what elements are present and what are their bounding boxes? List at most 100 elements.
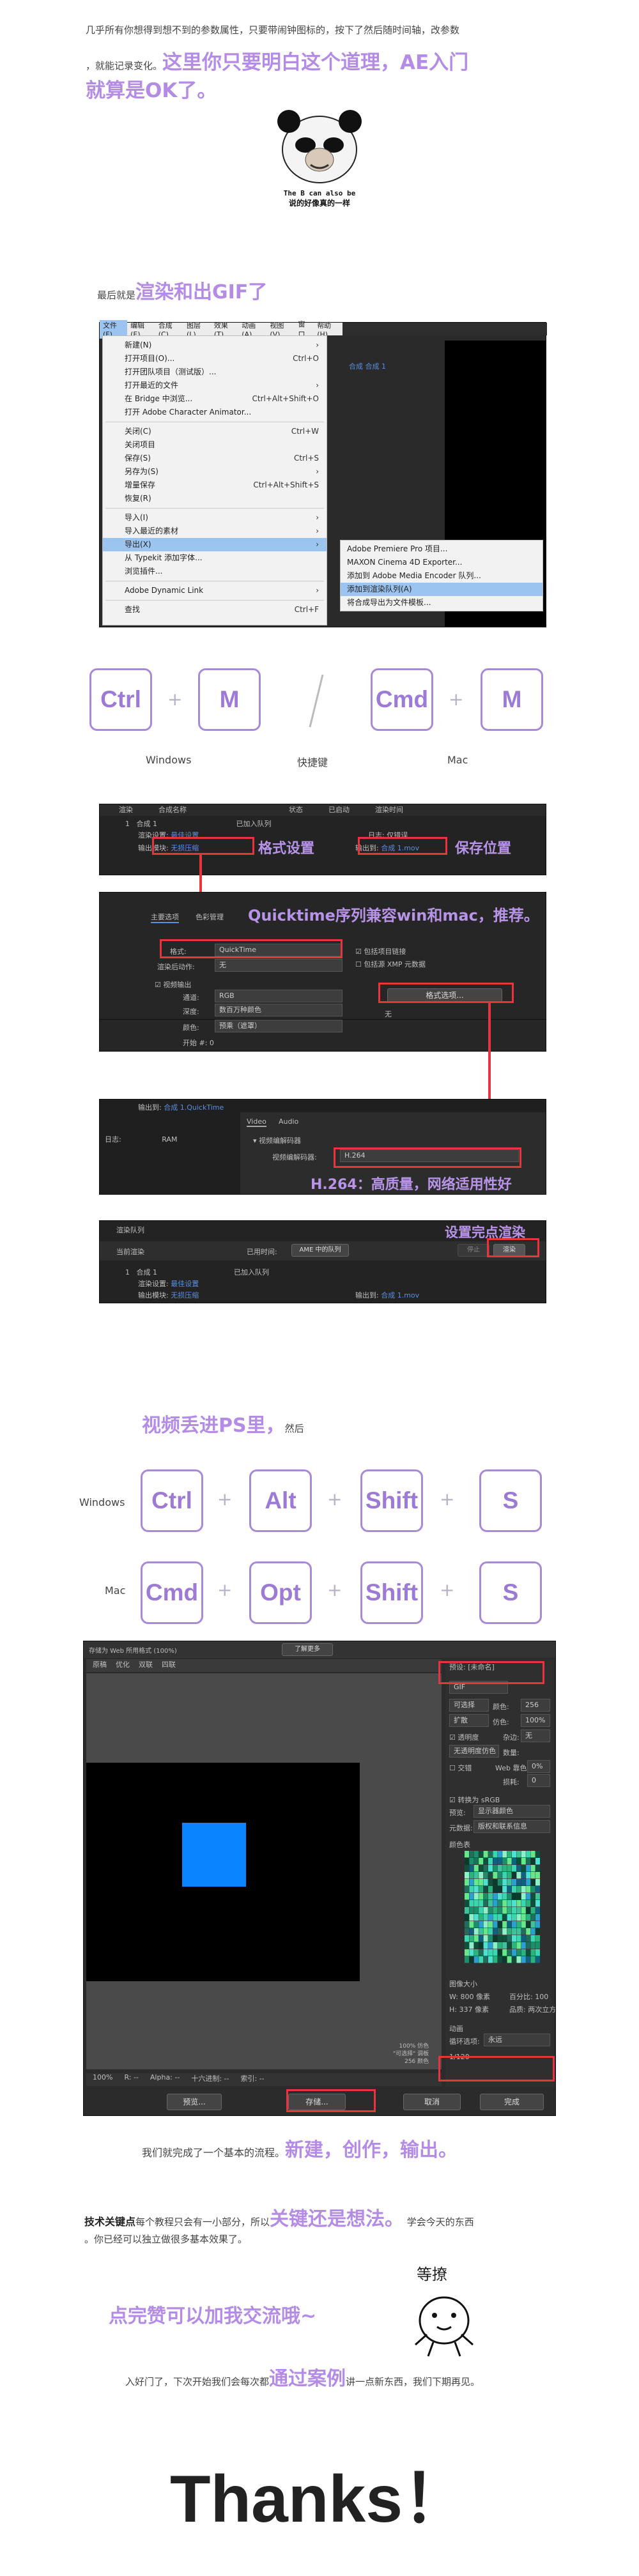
color-swatch[interactable] [502,1886,507,1893]
reduction-select[interactable]: 可选择 [449,1699,489,1712]
color-swatch[interactable] [516,1879,521,1886]
color-swatch[interactable] [516,1907,521,1914]
submenu-add-render-queue[interactable]: 添加到渲染队列(A) [341,583,543,596]
color-swatch[interactable] [465,1893,469,1900]
color-swatch[interactable] [521,1956,526,1963]
color-swatch[interactable] [516,1956,521,1963]
color-swatch[interactable] [465,1935,469,1942]
color-swatch[interactable] [512,1914,516,1921]
color-swatch[interactable] [526,1886,531,1893]
color-swatch[interactable] [488,1935,493,1942]
color-swatch[interactable] [469,1907,474,1914]
menu-item-close[interactable]: 关闭(C) Ctrl+W [103,425,327,438]
tab-color-management[interactable]: 色彩管理 [196,912,224,922]
color-swatch[interactable] [530,1914,535,1921]
color-swatch[interactable] [521,1914,526,1921]
color-swatch[interactable] [516,1928,521,1935]
color-swatch[interactable] [521,1879,526,1886]
color-swatch[interactable] [473,1865,479,1872]
submenu-media-encoder[interactable]: 添加到 Adobe Media Encoder 队列... [341,569,543,583]
color-swatch[interactable] [479,1949,484,1956]
color-swatch[interactable] [502,1900,507,1907]
color-swatch[interactable] [521,1928,526,1935]
menu-item-character[interactable]: 打开 Adobe Character Animator... [103,406,327,419]
color-swatch[interactable] [479,1893,484,1900]
menu-item-close-project[interactable]: 关闭项目 [103,438,327,452]
depth-select[interactable]: 数百万种颜色 [215,1004,343,1016]
color-swatch[interactable] [493,1921,498,1928]
color-swatch[interactable] [488,1921,493,1928]
color-swatch[interactable] [488,1872,493,1879]
color-swatch[interactable] [473,1935,479,1942]
color-swatch[interactable] [497,1893,502,1900]
color-swatch[interactable] [483,1935,488,1942]
color-swatch[interactable] [502,1858,507,1865]
color-swatch[interactable] [497,1865,502,1872]
dither-select[interactable]: 扩散 [449,1714,489,1727]
color-swatch[interactable] [497,1921,502,1928]
color-swatch[interactable] [497,1872,502,1879]
interlace-checkbox[interactable]: ☐ 交错 [449,1763,472,1773]
color-swatch[interactable] [507,1949,512,1956]
color-swatch[interactable] [502,1851,507,1858]
color-swatch[interactable] [521,1907,526,1914]
color-swatch[interactable] [516,1949,521,1956]
menu-item-import[interactable]: 导入(I) › [103,511,327,525]
color-swatch[interactable] [483,1851,488,1858]
color-swatch[interactable] [493,1872,498,1879]
color-swatch[interactable] [488,1851,493,1858]
color-swatch[interactable] [507,1942,512,1949]
color-swatch[interactable] [493,1949,498,1956]
color-swatch[interactable] [535,1935,540,1942]
color-swatch[interactable] [512,1942,516,1949]
color-swatch[interactable] [465,1900,469,1907]
color-swatch[interactable] [516,1900,521,1907]
color-swatch[interactable] [526,1893,531,1900]
color-swatch[interactable] [479,1858,484,1865]
color-swatch[interactable] [488,1893,493,1900]
rs-render-settings[interactable]: 渲染设置: 最佳设置 [138,1278,199,1289]
ame-queue-button[interactable]: AME 中的队列 [291,1244,349,1257]
color-swatch[interactable] [535,1886,540,1893]
color-swatch[interactable] [479,1928,484,1935]
color-swatch[interactable] [512,1907,516,1914]
color-swatch[interactable] [483,1921,488,1928]
tab-optimized[interactable]: 优化 [116,1659,130,1672]
color-swatch[interactable] [516,1858,521,1865]
color-swatch[interactable] [483,1914,488,1921]
color-swatch[interactable] [465,1956,469,1963]
color-swatch[interactable] [535,1900,540,1907]
color-swatch[interactable] [530,1865,535,1872]
color-swatch[interactable] [497,1914,502,1921]
color-swatch[interactable] [469,1886,474,1893]
color-swatch[interactable] [479,1886,484,1893]
color-swatch[interactable] [526,1865,531,1872]
menu-item-typekit[interactable]: 从 Typekit 添加字体... [103,551,327,565]
color-swatch[interactable] [526,1914,531,1921]
color-swatch[interactable] [479,1935,484,1942]
color-swatch[interactable] [516,1893,521,1900]
color-swatch[interactable] [483,1886,488,1893]
color-swatch[interactable] [465,1928,469,1935]
color-swatch[interactable] [526,1872,531,1879]
color-swatch[interactable] [469,1851,474,1858]
color-swatch[interactable] [512,1935,516,1942]
color-swatch[interactable] [469,1893,474,1900]
color-swatch[interactable] [488,1865,493,1872]
color-swatch[interactable] [530,1886,535,1893]
preview-select[interactable]: 显示器颜色 [473,1805,550,1818]
color-swatch[interactable] [512,1858,516,1865]
color-swatch[interactable] [512,1928,516,1935]
color-swatch[interactable] [479,1865,484,1872]
color-swatch[interactable] [488,1900,493,1907]
color-swatch[interactable] [473,1956,479,1963]
color-swatch[interactable] [465,1949,469,1956]
color-swatch[interactable] [469,1858,474,1865]
learn-more-button[interactable]: 了解更多 [282,1643,333,1656]
color-swatch[interactable] [483,1928,488,1935]
color-swatch[interactable] [507,1935,512,1942]
color-swatch[interactable] [469,1935,474,1942]
color-swatch[interactable] [497,1900,502,1907]
color-swatch[interactable] [469,1928,474,1935]
color-swatch[interactable] [535,1956,540,1963]
